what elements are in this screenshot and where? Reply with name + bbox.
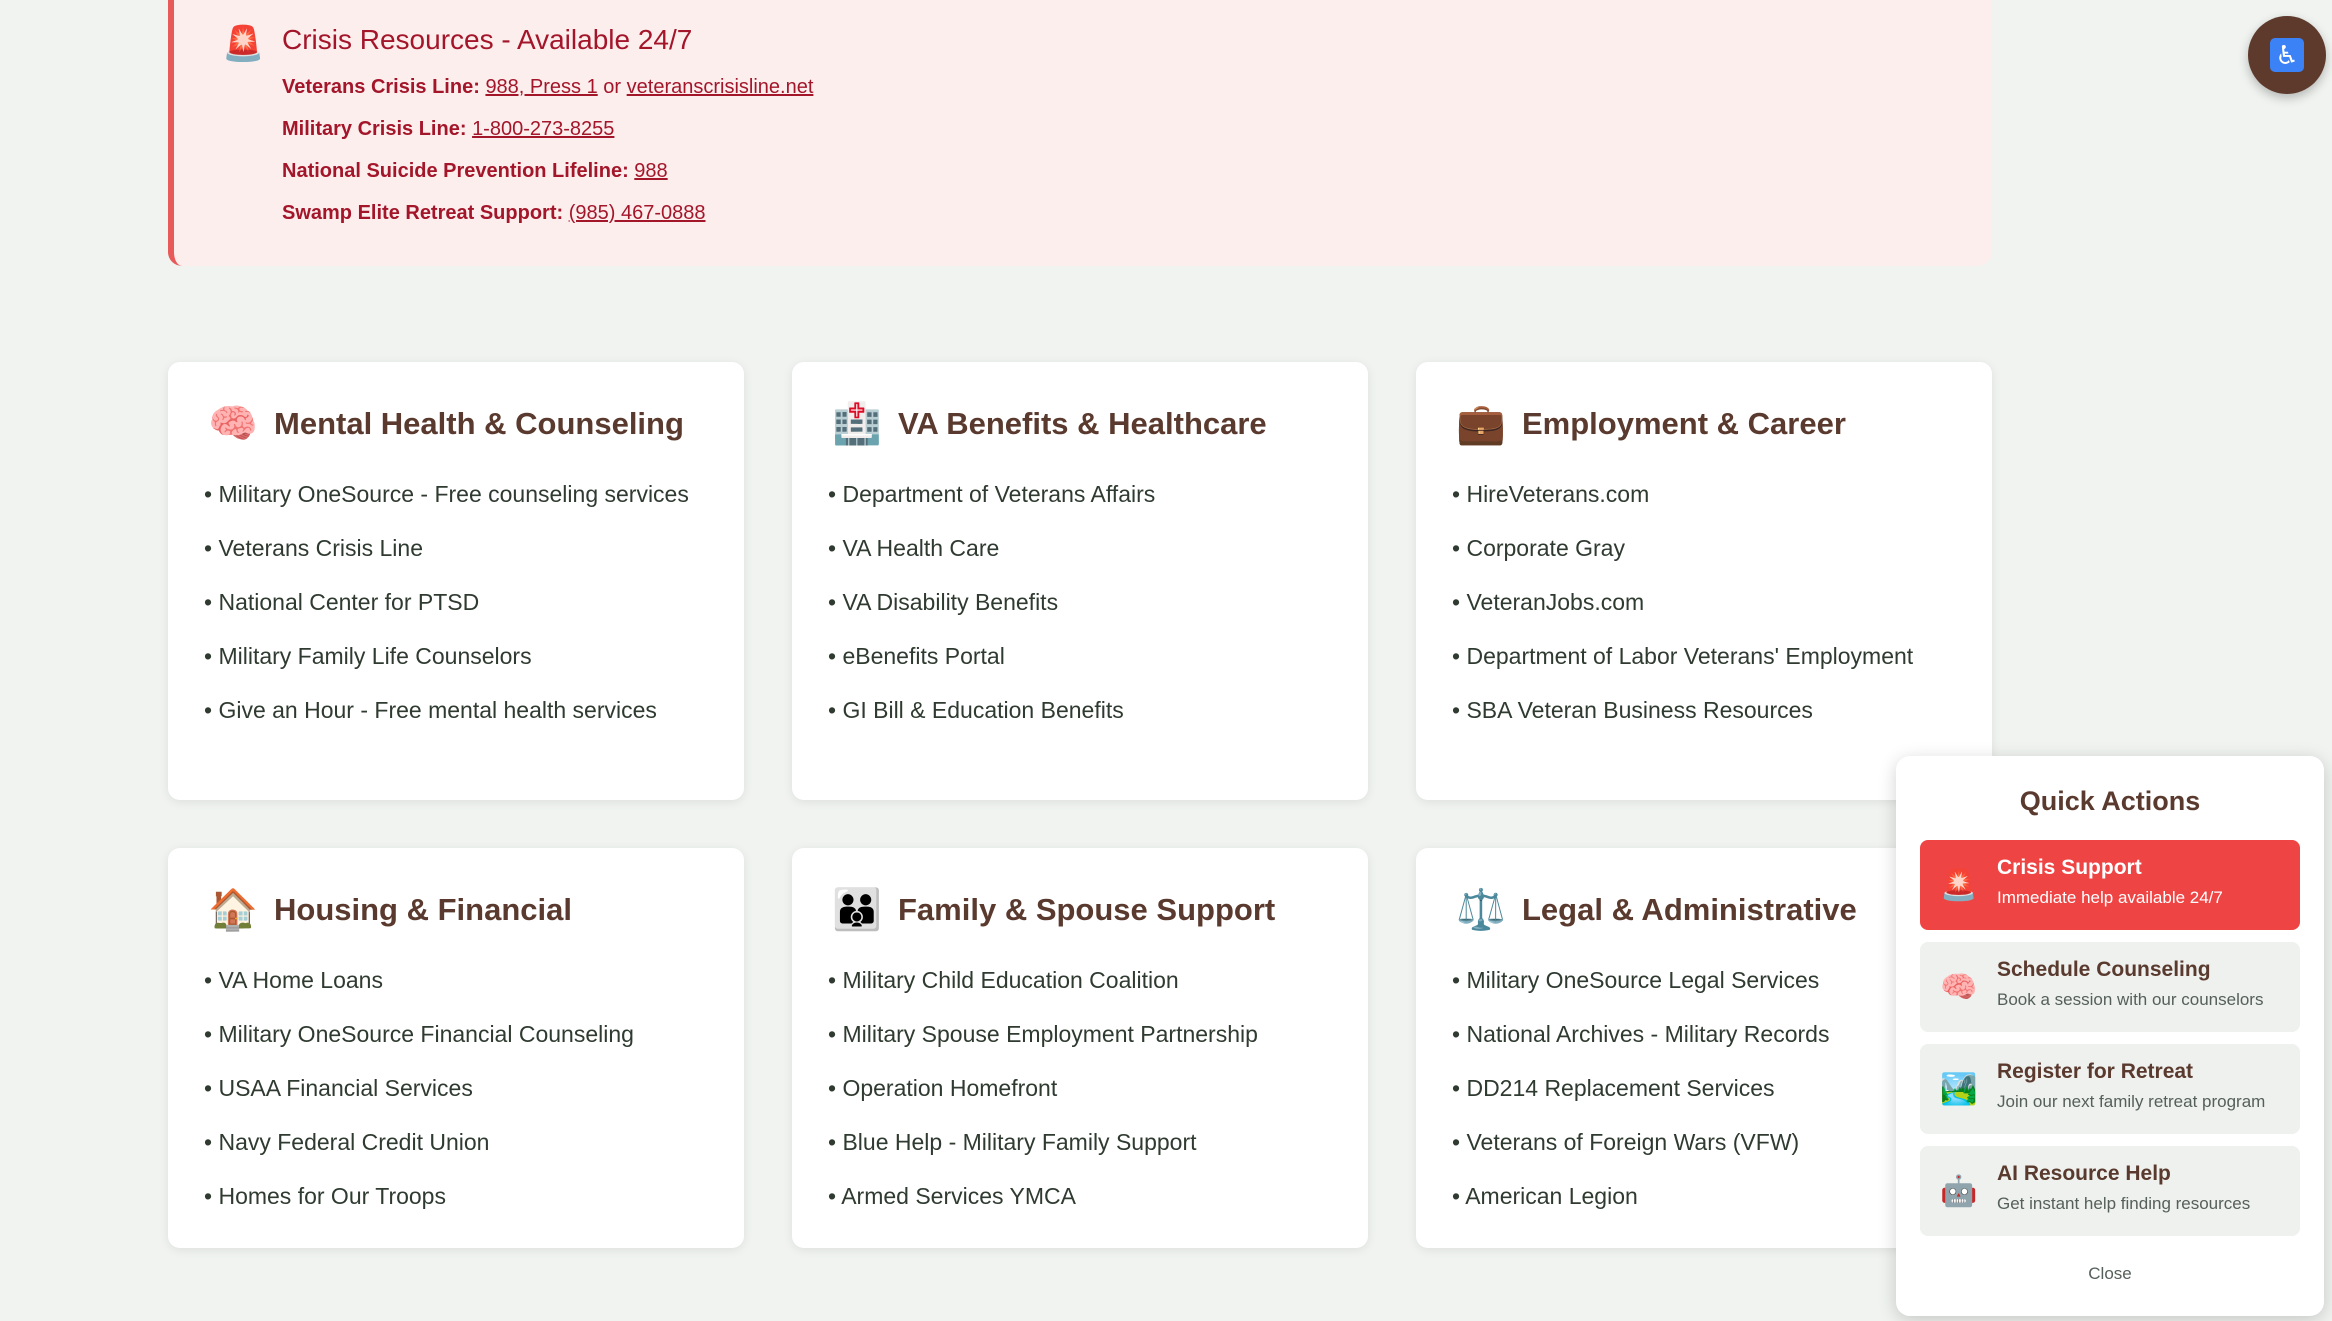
scales-icon: ⚖️ [1456, 888, 1506, 932]
card-header: 🧠 Mental Health & Counseling [208, 400, 684, 447]
resource-item[interactable]: American Legion [1452, 1178, 1972, 1214]
resource-item[interactable]: VA Health Care [828, 530, 1348, 566]
resource-item[interactable]: Military Spouse Employment Partnership [828, 1016, 1348, 1052]
card-va-benefits: 🏥 VA Benefits & Healthcare Department of… [792, 362, 1368, 800]
resource-item[interactable]: Armed Services YMCA [828, 1178, 1348, 1214]
family-icon: 👪 [832, 888, 882, 932]
crisis-phone-link[interactable]: (985) 467-0888 [569, 202, 706, 224]
resource-item[interactable]: Department of Veterans Affairs [828, 476, 1348, 512]
resource-item[interactable]: eBenefits Portal [828, 638, 1348, 674]
crisis-label: Military Crisis Line: [282, 118, 467, 140]
card-title: Family & Spouse Support [898, 891, 1276, 927]
briefcase-icon: 💼 [1456, 402, 1506, 446]
crisis-label: Swamp Elite Retreat Support: [282, 202, 564, 224]
resource-list: Department of Veterans Affairs VA Health… [828, 476, 1348, 746]
action-title: Schedule Counseling [1997, 958, 2211, 981]
resource-item[interactable]: Veterans Crisis Line [204, 530, 724, 566]
resource-list: Military Child Education Coalition Milit… [828, 962, 1348, 1232]
action-subtitle: Get instant help finding resources [1997, 1194, 2251, 1213]
crisis-label: Veterans Crisis Line: [282, 76, 480, 98]
card-title: Mental Health & Counseling [274, 405, 684, 441]
close-button[interactable]: Close [1896, 1264, 2324, 1284]
card-title: VA Benefits & Healthcare [898, 405, 1267, 441]
resource-item[interactable]: SBA Veteran Business Resources [1452, 692, 1972, 728]
resource-item[interactable]: Military OneSource Legal Services [1452, 962, 1972, 998]
resource-item[interactable]: HireVeterans.com [1452, 476, 1972, 512]
hospital-icon: 🏥 [832, 402, 882, 446]
resource-item[interactable]: Corporate Gray [1452, 530, 1972, 566]
crisis-title: Crisis Resources - Available 24/7 [282, 24, 693, 55]
wheelchair-icon: ♿ [2270, 38, 2304, 72]
resource-item[interactable]: Navy Federal Credit Union [204, 1124, 724, 1160]
resource-list: VA Home Loans Military OneSource Financi… [204, 962, 724, 1232]
card-header: 👪 Family & Spouse Support [832, 886, 1275, 933]
crisis-line-military: Military Crisis Line: 1-800-273-8255 [282, 118, 614, 141]
register-retreat-button[interactable]: 🏞️ Register for Retreat Join our next fa… [1920, 1044, 2300, 1134]
action-title: AI Resource Help [1997, 1162, 2171, 1185]
card-header: 🏠 Housing & Financial [208, 886, 572, 933]
action-title: Register for Retreat [1997, 1060, 2194, 1083]
page: 🚨 Crisis Resources - Available 24/7 Vete… [0, 0, 2332, 1321]
resource-item[interactable]: Veterans of Foreign Wars (VFW) [1452, 1124, 1972, 1160]
resource-item[interactable]: Operation Homefront [828, 1070, 1348, 1106]
card-title: Housing & Financial [274, 891, 572, 927]
card-title: Employment & Career [1522, 405, 1846, 441]
accessibility-button[interactable]: ♿ [2248, 16, 2326, 94]
resource-item[interactable]: DD214 Replacement Services [1452, 1070, 1972, 1106]
action-subtitle: Book a session with our counselors [1997, 990, 2264, 1009]
action-subtitle: Immediate help available 24/7 [1997, 888, 2223, 907]
card-employment: 💼 Employment & Career HireVeterans.com C… [1416, 362, 1992, 800]
robot-icon: 🤖 [1940, 1175, 1978, 1208]
card-header: 🏥 VA Benefits & Healthcare [832, 400, 1267, 447]
crisis-phone-link[interactable]: 1-800-273-8255 [472, 118, 614, 140]
siren-icon: 🚨 [222, 25, 265, 63]
crisis-banner: 🚨 Crisis Resources - Available 24/7 Vete… [168, 0, 1992, 266]
resource-list: HireVeterans.com Corporate Gray VeteranJ… [1452, 476, 1972, 746]
action-subtitle: Join our next family retreat program [1997, 1092, 2266, 1111]
resource-item[interactable]: GI Bill & Education Benefits [828, 692, 1348, 728]
quick-actions-panel: Quick Actions 🚨 Crisis Support Immediate… [1896, 756, 2324, 1316]
crisis-line-retreat-support: Swamp Elite Retreat Support: (985) 467-0… [282, 202, 706, 225]
siren-icon: 🚨 [1940, 869, 1978, 902]
resource-item[interactable]: Military Child Education Coalition [828, 962, 1348, 998]
resource-item[interactable]: National Center for PTSD [204, 584, 724, 620]
crisis-phone-link[interactable]: 988, Press 1 [485, 76, 597, 98]
resource-item[interactable]: VeteranJobs.com [1452, 584, 1972, 620]
house-icon: 🏠 [208, 888, 258, 932]
card-title: Legal & Administrative [1522, 891, 1857, 927]
resource-list: Military OneSource Legal Services Nation… [1452, 962, 1972, 1232]
brain-icon: 🧠 [1940, 971, 1978, 1004]
resource-item[interactable]: USAA Financial Services [204, 1070, 724, 1106]
resource-item[interactable]: Military OneSource Financial Counseling [204, 1016, 724, 1052]
card-mental-health: 🧠 Mental Health & Counseling Military On… [168, 362, 744, 800]
crisis-website-link[interactable]: veteranscrisisline.net [627, 76, 814, 98]
crisis-separator: or [603, 76, 622, 98]
resource-item[interactable]: Homes for Our Troops [204, 1178, 724, 1214]
resource-item[interactable]: Department of Labor Veterans' Employment [1452, 638, 1972, 674]
crisis-line-suicide-prevention: National Suicide Prevention Lifeline: 98… [282, 160, 668, 183]
card-family-support: 👪 Family & Spouse Support Military Child… [792, 848, 1368, 1248]
resource-item[interactable]: Military Family Life Counselors [204, 638, 724, 674]
resource-item[interactable]: Give an Hour - Free mental health servic… [204, 692, 724, 728]
schedule-counseling-button[interactable]: 🧠 Schedule Counseling Book a session wit… [1920, 942, 2300, 1032]
quick-actions-title: Quick Actions [2019, 786, 2201, 816]
crisis-support-button[interactable]: 🚨 Crisis Support Immediate help availabl… [1920, 840, 2300, 930]
resource-item[interactable]: Military OneSource - Free counseling ser… [204, 476, 724, 512]
resource-item[interactable]: VA Home Loans [204, 962, 724, 998]
card-housing-financial: 🏠 Housing & Financial VA Home Loans Mili… [168, 848, 744, 1248]
resource-item[interactable]: Blue Help - Military Family Support [828, 1124, 1348, 1160]
ai-resource-help-button[interactable]: 🤖 AI Resource Help Get instant help find… [1920, 1146, 2300, 1236]
brain-icon: 🧠 [208, 402, 258, 446]
crisis-phone-link[interactable]: 988 [634, 160, 667, 182]
card-header: 💼 Employment & Career [1456, 400, 1846, 447]
card-header: ⚖️ Legal & Administrative [1456, 886, 1857, 933]
landscape-icon: 🏞️ [1940, 1073, 1978, 1106]
resource-item[interactable]: National Archives - Military Records [1452, 1016, 1972, 1052]
action-title: Crisis Support [1997, 856, 2142, 879]
crisis-label: National Suicide Prevention Lifeline: [282, 160, 629, 182]
resource-item[interactable]: VA Disability Benefits [828, 584, 1348, 620]
resource-list: Military OneSource - Free counseling ser… [204, 476, 724, 746]
crisis-line-veterans: Veterans Crisis Line: 988, Press 1 or ve… [282, 76, 813, 99]
